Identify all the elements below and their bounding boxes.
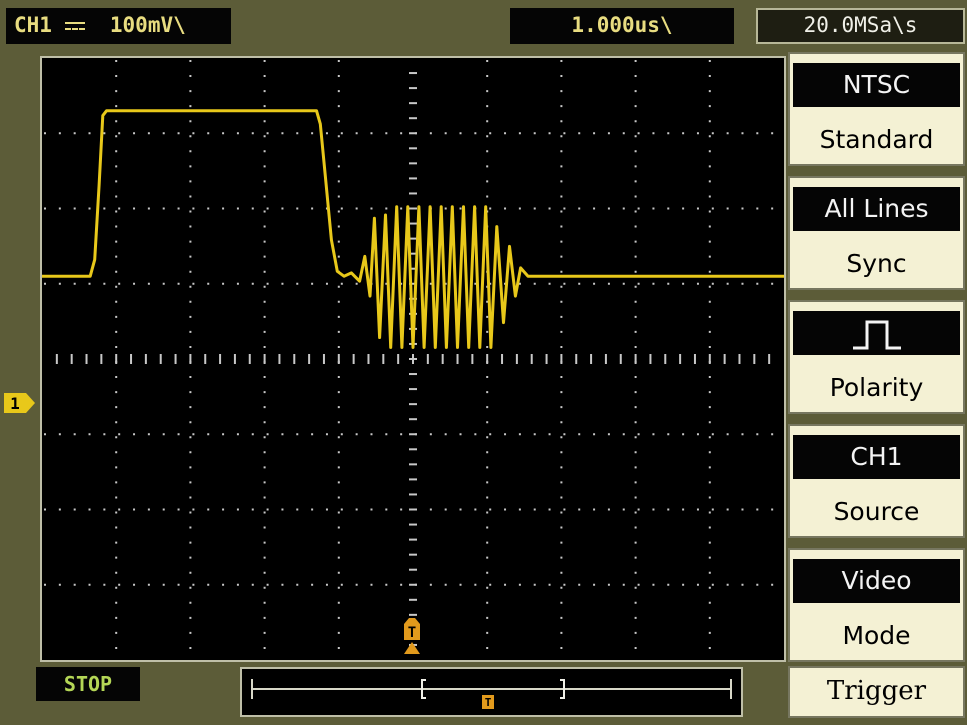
polarity-positive-icon: [793, 311, 960, 355]
channel1-scale-readout: CH1 100mV\: [6, 8, 231, 44]
dc-coupling-icon: [64, 19, 85, 33]
svg-text:T: T: [485, 696, 492, 709]
timebase-readout: 1.000us\: [510, 8, 734, 44]
source-label: Source: [833, 497, 920, 526]
softkey-mode[interactable]: Video Mode: [788, 548, 965, 662]
softkey-sync[interactable]: All Lines Sync: [788, 176, 965, 290]
memory-position-bar[interactable]: T: [240, 667, 743, 717]
waveform-display: T: [40, 56, 786, 662]
polarity-label: Polarity: [829, 373, 924, 402]
softkey-standard[interactable]: NTSC Standard: [788, 52, 965, 166]
mode-value: Video: [793, 559, 960, 603]
waveform-graticule: T: [42, 60, 784, 658]
svg-text:T: T: [408, 625, 416, 641]
trigger-menu-title: Trigger: [788, 666, 965, 718]
softkey-polarity[interactable]: Polarity: [788, 300, 965, 414]
channel1-label: CH1: [14, 13, 52, 37]
channel1-volts-per-div: 100mV\: [109, 13, 186, 37]
sample-rate-readout: 20.0MSa\s: [756, 8, 965, 44]
sync-value: All Lines: [793, 187, 960, 231]
channel1-ground-marker-label: 1: [10, 394, 20, 413]
softkey-source[interactable]: CH1 Source: [788, 424, 965, 538]
sync-label: Sync: [846, 249, 907, 278]
trigger-position-marker: T: [404, 618, 420, 654]
standard-label: Standard: [819, 125, 934, 154]
trigger-softkey-menu: NTSC Standard All Lines Sync Polarity CH…: [788, 52, 965, 664]
channel1-trace: [42, 109, 784, 349]
run-stop-status: STOP: [36, 667, 140, 701]
source-value: CH1: [793, 435, 960, 479]
standard-value: NTSC: [793, 63, 960, 107]
channel1-ground-marker: 1: [4, 392, 36, 418]
memory-trigger-position-icon: T: [482, 695, 494, 709]
mode-label: Mode: [842, 621, 911, 650]
